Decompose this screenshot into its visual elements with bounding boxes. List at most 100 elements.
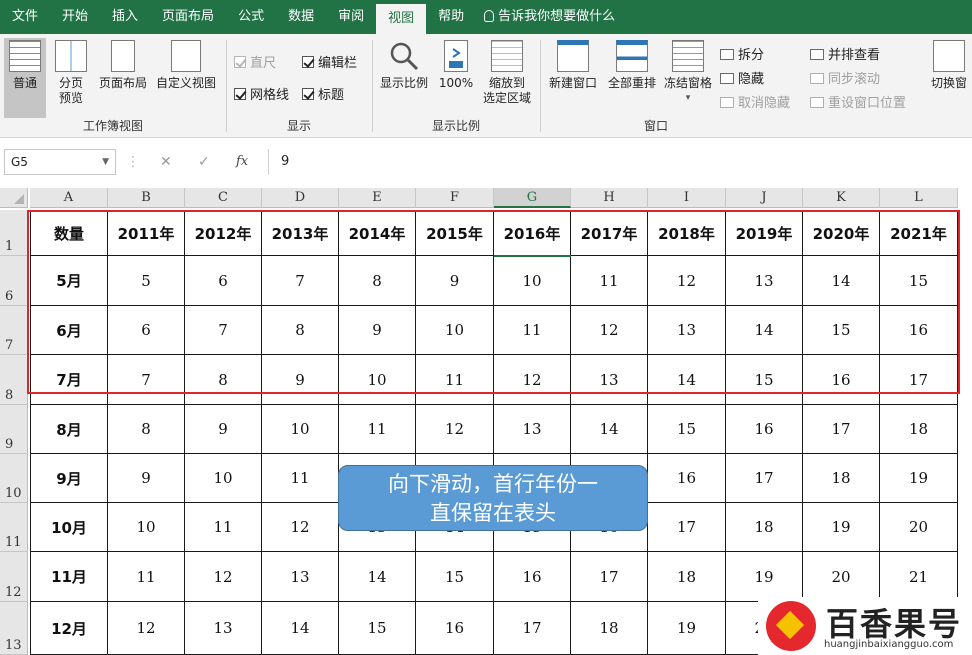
table-cell[interactable]: 5月 <box>30 256 108 306</box>
table-cell[interactable]: 17 <box>880 355 958 405</box>
page-layout-view-button[interactable]: 页面布局 <box>94 38 152 91</box>
table-cell[interactable]: 15 <box>339 602 416 655</box>
column-header-J[interactable]: J <box>726 188 803 208</box>
page-break-preview-button[interactable]: 分页 预览 <box>50 38 92 106</box>
tab-insert[interactable]: 插入 <box>100 0 150 34</box>
table-cell[interactable]: 10 <box>416 306 494 355</box>
table-cell[interactable]: 9 <box>416 256 494 306</box>
tab-data[interactable]: 数据 <box>276 0 326 34</box>
column-header-F[interactable]: F <box>416 188 494 208</box>
tab-file[interactable]: 文件 <box>0 0 50 34</box>
table-cell[interactable]: 17 <box>726 454 803 503</box>
table-cell[interactable]: 8月 <box>30 405 108 454</box>
table-cell[interactable]: 12 <box>185 552 262 602</box>
hide-button[interactable]: 隐藏 <box>720 68 764 87</box>
table-cell[interactable]: 6 <box>108 306 185 355</box>
header-cell[interactable]: 2012年 <box>185 210 262 256</box>
table-cell[interactable]: 10 <box>339 355 416 405</box>
table-cell[interactable]: 18 <box>803 454 880 503</box>
tab-view[interactable]: 视图 <box>376 4 427 34</box>
row-header[interactable]: 7 <box>0 306 28 355</box>
table-cell[interactable]: 12 <box>416 405 494 454</box>
tab-help[interactable]: 帮助 <box>426 0 476 34</box>
table-cell[interactable]: 13 <box>262 552 339 602</box>
tab-formulas[interactable]: 公式 <box>226 0 276 34</box>
reset-window-position-button[interactable]: 重设窗口位置 <box>810 92 906 111</box>
new-window-button[interactable]: 新建窗口 <box>544 38 602 91</box>
table-cell[interactable]: 19 <box>803 503 880 552</box>
header-cell[interactable]: 数量 <box>30 210 108 256</box>
column-header-A[interactable]: A <box>30 188 108 208</box>
table-cell[interactable]: 7 <box>262 256 339 306</box>
zoom-to-selection-button[interactable]: 缩放到 选定区域 <box>478 38 536 106</box>
header-cell[interactable]: 2015年 <box>416 210 494 256</box>
table-cell[interactable]: 11月 <box>30 552 108 602</box>
table-cell[interactable]: 16 <box>416 602 494 655</box>
column-header-D[interactable]: D <box>262 188 339 208</box>
sync-scroll-button[interactable]: 同步滚动 <box>810 68 880 87</box>
table-cell[interactable]: 17 <box>803 405 880 454</box>
gridlines-checkbox[interactable]: 网格线 <box>234 84 289 103</box>
table-cell[interactable]: 21 <box>880 552 958 602</box>
table-cell[interactable]: 10 <box>494 256 571 306</box>
switch-windows-button[interactable]: 切换窗 <box>926 38 972 91</box>
table-cell[interactable]: 7月 <box>30 355 108 405</box>
table-cell[interactable]: 14 <box>339 552 416 602</box>
header-cell[interactable]: 2014年 <box>339 210 416 256</box>
custom-views-button[interactable]: 自定义视图 <box>152 38 220 91</box>
column-header-C[interactable]: C <box>185 188 262 208</box>
table-cell[interactable]: 18 <box>571 602 648 655</box>
table-cell[interactable]: 7 <box>108 355 185 405</box>
column-header-L[interactable]: L <box>880 188 958 208</box>
row-header[interactable]: 13 <box>0 602 28 655</box>
table-cell[interactable]: 11 <box>108 552 185 602</box>
header-cell[interactable]: 2020年 <box>803 210 880 256</box>
table-cell[interactable]: 17 <box>571 552 648 602</box>
cancel-icon[interactable]: ✕ <box>160 149 172 175</box>
table-cell[interactable]: 12 <box>108 602 185 655</box>
table-cell[interactable]: 16 <box>726 405 803 454</box>
table-cell[interactable]: 18 <box>880 405 958 454</box>
chevron-down-icon[interactable]: ▼ <box>102 150 109 174</box>
table-cell[interactable]: 19 <box>726 552 803 602</box>
column-header-I[interactable]: I <box>648 188 726 208</box>
column-header-H[interactable]: H <box>571 188 648 208</box>
formula-input[interactable]: 9 <box>268 149 968 175</box>
headings-checkbox[interactable]: 标题 <box>302 84 344 103</box>
header-cell[interactable]: 2013年 <box>262 210 339 256</box>
table-cell[interactable]: 10 <box>108 503 185 552</box>
table-cell[interactable]: 10月 <box>30 503 108 552</box>
table-cell[interactable]: 16 <box>803 355 880 405</box>
select-all-corner[interactable] <box>0 188 28 208</box>
table-cell[interactable]: 5 <box>108 256 185 306</box>
table-cell[interactable]: 15 <box>416 552 494 602</box>
name-box[interactable]: G5 ▼ <box>4 149 116 175</box>
table-cell[interactable]: 11 <box>339 405 416 454</box>
row-header[interactable]: 12 <box>0 552 28 602</box>
column-header-B[interactable]: B <box>108 188 185 208</box>
table-cell[interactable]: 9月 <box>30 454 108 503</box>
zoom-button[interactable]: 显示比例 <box>376 38 432 91</box>
table-cell[interactable]: 14 <box>726 306 803 355</box>
table-cell[interactable]: 12 <box>571 306 648 355</box>
table-cell[interactable]: 8 <box>262 306 339 355</box>
table-cell[interactable]: 6月 <box>30 306 108 355</box>
table-cell[interactable]: 9 <box>339 306 416 355</box>
header-cell[interactable]: 2011年 <box>108 210 185 256</box>
table-cell[interactable]: 13 <box>726 256 803 306</box>
table-cell[interactable]: 14 <box>571 405 648 454</box>
table-cell[interactable]: 9 <box>262 355 339 405</box>
header-cell[interactable]: 2021年 <box>880 210 958 256</box>
column-header-E[interactable]: E <box>339 188 416 208</box>
table-cell[interactable]: 11 <box>262 454 339 503</box>
table-cell[interactable]: 18 <box>648 552 726 602</box>
table-cell[interactable]: 12月 <box>30 602 108 655</box>
column-header-K[interactable]: K <box>803 188 880 208</box>
tab-page-layout[interactable]: 页面布局 <box>150 0 226 34</box>
table-cell[interactable]: 19 <box>648 602 726 655</box>
header-cell[interactable]: 2018年 <box>648 210 726 256</box>
unhide-button[interactable]: 取消隐藏 <box>720 92 790 111</box>
table-cell[interactable]: 9 <box>108 454 185 503</box>
insert-function-icon[interactable]: fx <box>236 149 248 175</box>
table-cell[interactable]: 15 <box>726 355 803 405</box>
